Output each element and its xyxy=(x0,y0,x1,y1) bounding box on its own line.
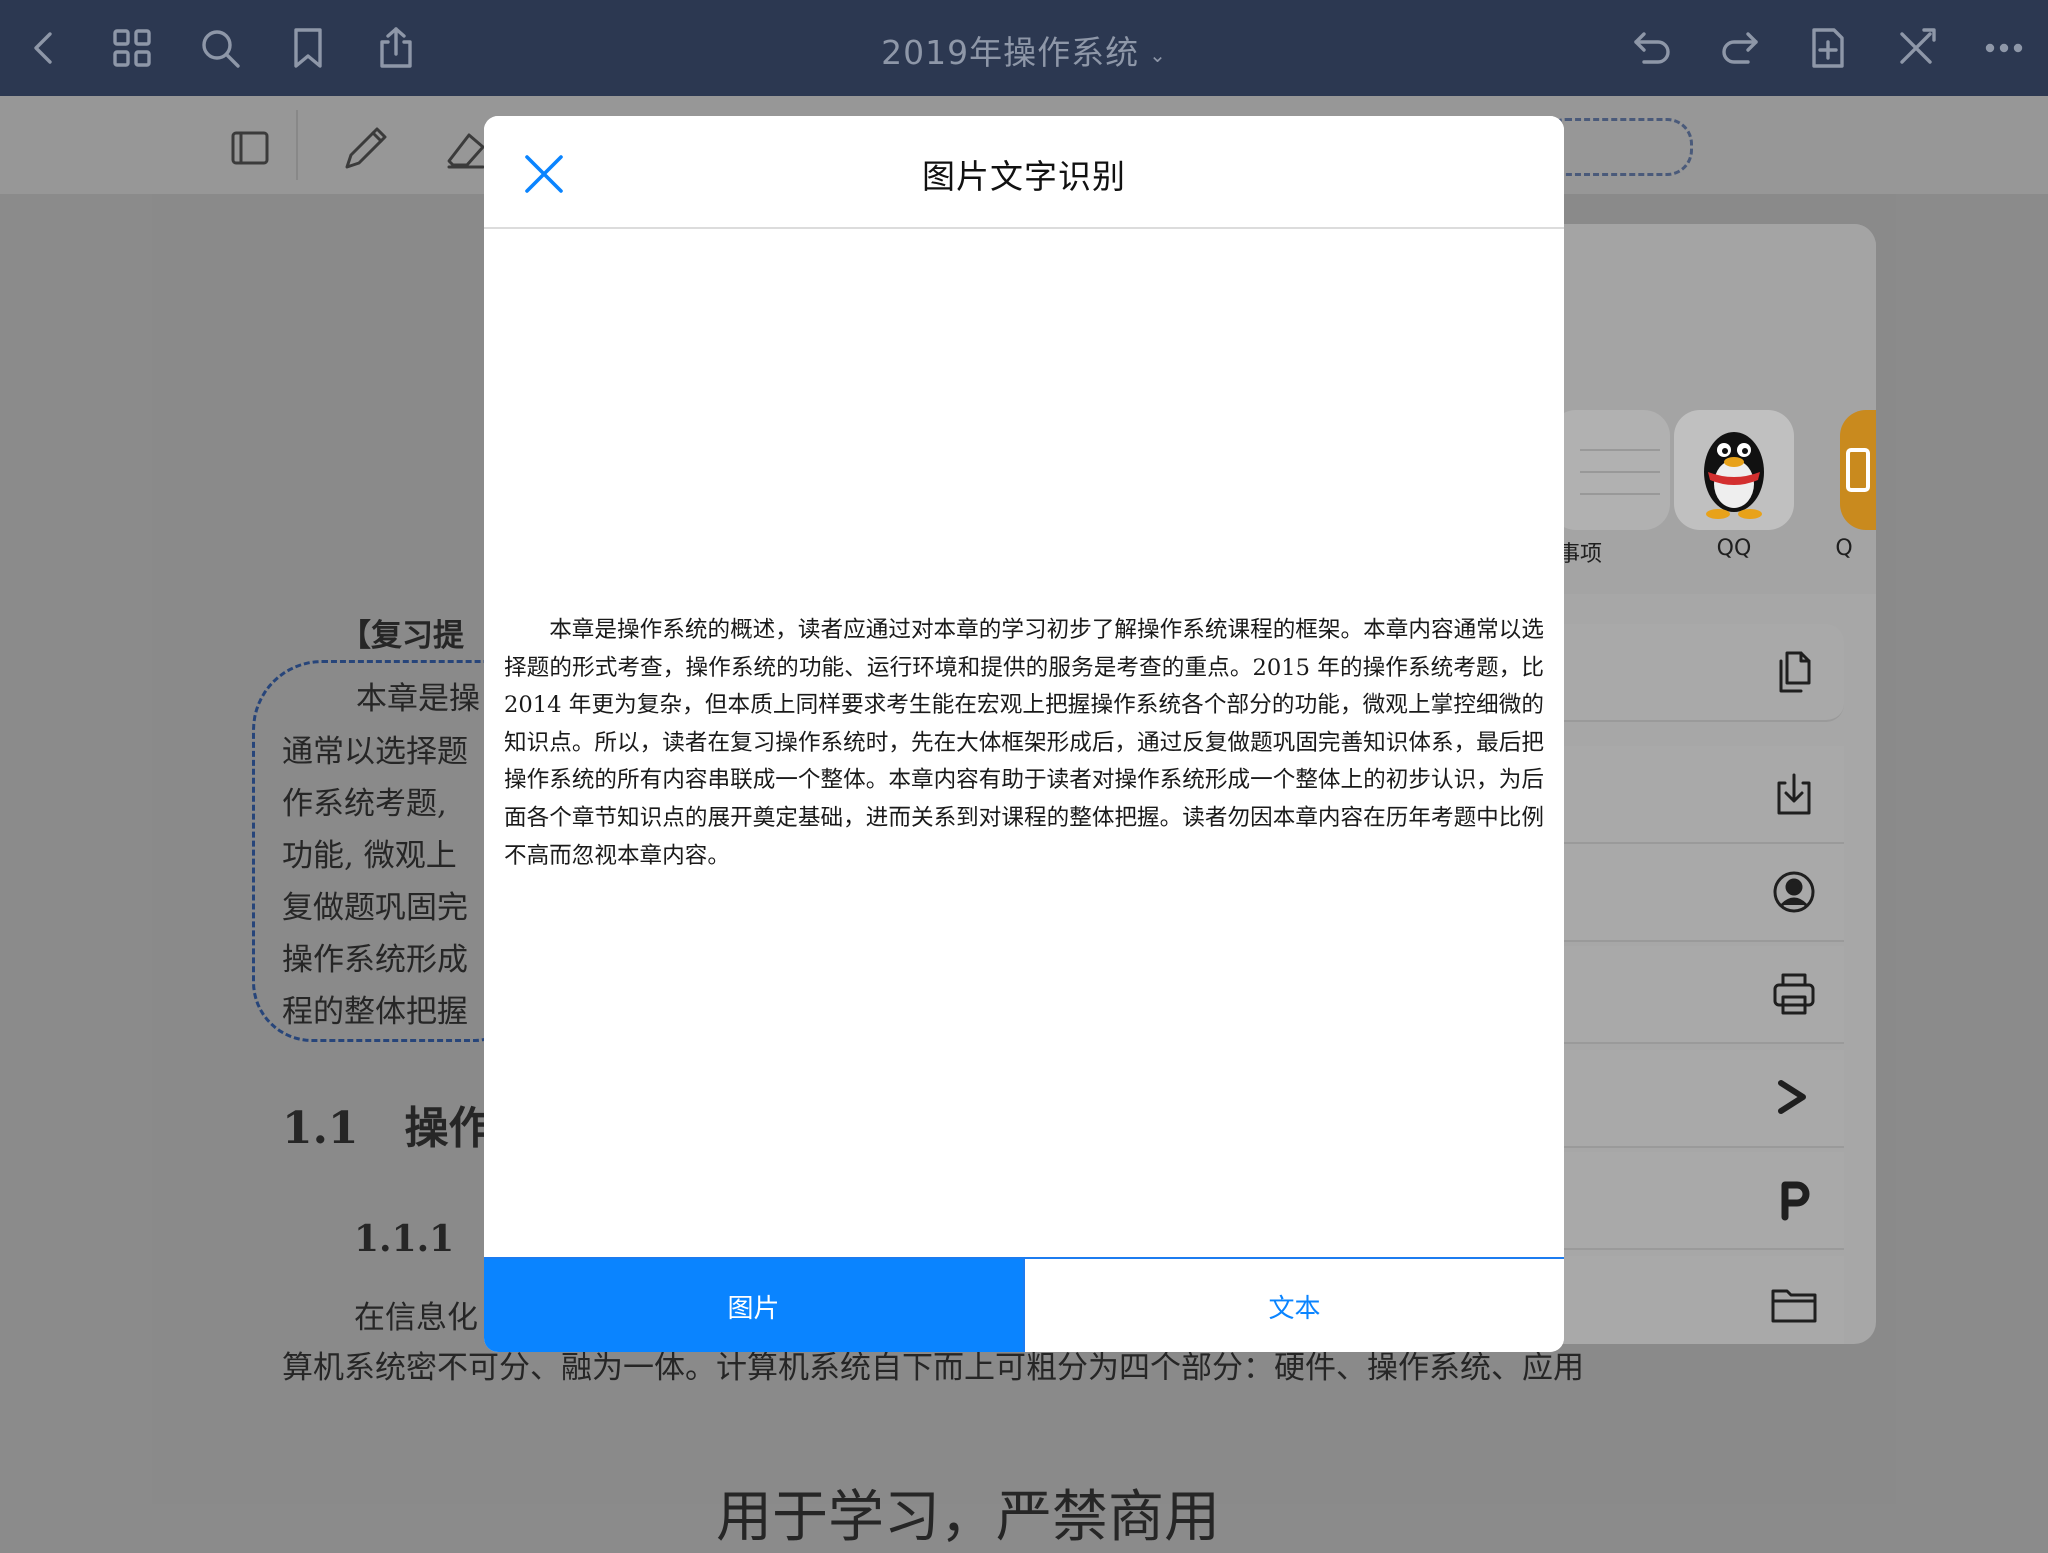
undo-icon xyxy=(1634,32,1670,64)
print-icon xyxy=(1773,973,1815,1015)
share-app-reminders[interactable] xyxy=(1550,410,1670,530)
share-action-print[interactable] xyxy=(1540,946,1844,1044)
lasso-selection[interactable] xyxy=(252,660,515,1042)
modal-title: 图片文字识别 xyxy=(922,157,1126,196)
close-tools-button[interactable] xyxy=(1890,22,1942,74)
app-icon xyxy=(1846,448,1870,492)
reminders-icon xyxy=(1580,449,1660,495)
share-app-label: Q xyxy=(1835,536,1853,561)
share-app-label: QQ xyxy=(1716,536,1752,561)
more-button[interactable] xyxy=(1978,22,2030,74)
ocr-modal: 图片文字识别 本章是操作系统的概述，读者应通过对本章的学习初步了解操作系统课程的… xyxy=(484,116,1564,1352)
review-tips-heading: 【复习提 xyxy=(340,618,464,654)
p-icon xyxy=(1781,1181,1810,1221)
copy-icon xyxy=(1779,651,1811,693)
folder-icon xyxy=(1771,1289,1817,1323)
pencil-icon xyxy=(345,127,387,169)
share-action-p[interactable] xyxy=(1540,1152,1844,1250)
page-layout-button[interactable] xyxy=(218,116,282,180)
share-action-save[interactable] xyxy=(1540,746,1844,844)
view-mode-segmented-control: 图片 文本 xyxy=(484,1257,1564,1352)
section-heading: 1.1 操作 xyxy=(282,1103,493,1154)
top-navigation-bar: 2019年操作系统 ⌄ xyxy=(0,0,2048,96)
add-page-icon xyxy=(1812,28,1844,68)
toolbar-divider xyxy=(296,110,298,180)
contact-icon xyxy=(1773,871,1815,913)
page-layout-icon xyxy=(231,131,269,165)
pen-tool-button[interactable] xyxy=(334,116,398,180)
segment-image[interactable]: 图片 xyxy=(484,1259,1023,1352)
share-apps-row: 事项 QQ Q xyxy=(1540,224,1876,594)
ocr-result-image-text: 本章是操作系统的概述，读者应通过对本章的学习初步了解操作系统课程的框架。本章内容… xyxy=(504,617,1544,869)
redo-icon xyxy=(1722,32,1758,64)
undo-button[interactable] xyxy=(1626,22,1678,74)
modal-header: 图片文字识别 xyxy=(484,116,1564,229)
share-action-copy[interactable] xyxy=(1540,624,1844,722)
share-sheet: 事项 QQ Q xyxy=(1540,224,1876,1344)
chevron-down-icon: ⌄ xyxy=(1149,42,1167,67)
prompt-icon xyxy=(1778,1080,1806,1114)
share-action-prompt[interactable] xyxy=(1540,1050,1844,1148)
segment-text[interactable]: 文本 xyxy=(1023,1259,1564,1352)
subsection-heading: 1.1.1 xyxy=(354,1218,455,1260)
share-action-contact[interactable] xyxy=(1540,844,1844,942)
add-page-button[interactable] xyxy=(1802,22,1854,74)
more-icon xyxy=(1985,43,2023,53)
share-app-qq[interactable] xyxy=(1674,410,1794,530)
redo-button[interactable] xyxy=(1714,22,1766,74)
document-paragraph-start: 在信息化 xyxy=(354,1300,478,1336)
qq-penguin-icon xyxy=(1704,432,1764,519)
document-footer: 用于学习，严禁商用 xyxy=(716,1485,1220,1550)
close-tools-icon xyxy=(1900,28,1936,64)
share-app-other[interactable] xyxy=(1840,410,1876,530)
share-action-folder[interactable] xyxy=(1540,1256,1844,1344)
save-icon xyxy=(1777,773,1811,815)
